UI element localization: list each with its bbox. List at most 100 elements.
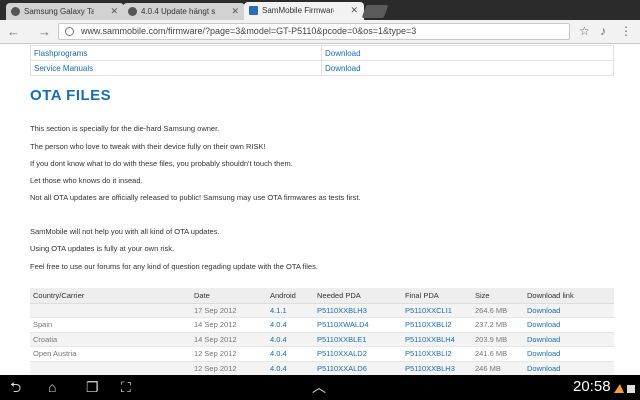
ota-paragraph: Using OTA updates is fully at your own r… (30, 244, 175, 253)
android-version-cell: 4.0.4 (267, 332, 314, 347)
page-content: Flashprograms Download Service Manuals D… (0, 45, 640, 375)
needed-pda-cell: P5110XXBLH3 (314, 303, 402, 318)
ota-paragraph: Let those who knows do it insead. (30, 176, 143, 185)
android-version-cell: 4.0.4 (267, 346, 314, 362)
size-cell: 241.6 MB (472, 346, 524, 362)
android-version-cell: 4.1.1 (267, 303, 314, 318)
globe-icon (65, 27, 74, 36)
tab-title: SamMobile Firmware Pag (262, 6, 334, 15)
download-link-cell: Download (524, 303, 614, 318)
final-pda-cell: P5110XXBLH3 (402, 361, 472, 375)
date-cell: 17 Sep 2012 (191, 303, 267, 318)
address-bar[interactable]: www.sammobile.com/firmware/?page=3&model… (58, 23, 570, 40)
ota-paragraph: Feel free to use our forums for any kind… (30, 262, 318, 271)
screenshot-icon[interactable]: ⛶ (121, 379, 131, 395)
country-cell: Open Austria (30, 346, 191, 362)
tab-galaxy-tab[interactable]: Samsung Galaxy Tab 2 10. ✕ (6, 3, 124, 20)
download-link-cell: Download (524, 361, 614, 375)
country-cell: Spain (30, 317, 191, 333)
size-cell: 246 MB (472, 361, 524, 375)
links-action-cell: Download (321, 45, 614, 61)
home-button-icon[interactable]: ⌂ (48, 379, 56, 395)
country-cell (30, 361, 191, 375)
date-cell: 14 Sep 2012 (191, 317, 267, 333)
flashprograms-link[interactable]: Flashprograms (34, 49, 87, 58)
needed-pda-cell: P5110XXALD2 (314, 346, 402, 362)
ota-paragraph: SamMobile will not help you with all kin… (30, 227, 220, 236)
android-favicon-icon (128, 7, 137, 16)
download-link-cell: Download (524, 317, 614, 333)
ota-firmware-table: Country/Carrier Date Android Needed PDA … (30, 288, 614, 375)
menu-icon[interactable]: ⋮ (620, 23, 632, 40)
flashprograms-download-link[interactable]: Download (325, 49, 361, 58)
final-pda-cell: P5110XXCLI1 (402, 303, 472, 318)
table-row: 12 Sep 2012 4.0.4 P5110XXALD6 P5110XXBLH… (30, 361, 614, 375)
column-header: Android (267, 288, 314, 304)
status-clock: 20:58 (573, 378, 611, 395)
final-pda-cell: P5110XXBLI2 (402, 346, 472, 362)
ota-files-heading: OTA FILES (30, 87, 112, 104)
back-arrow-icon[interactable]: ← (7, 23, 20, 40)
bookmark-star-icon[interactable]: ☆ (579, 23, 590, 40)
download-link[interactable]: Download (527, 320, 560, 329)
table-header-row: Country/Carrier Date Android Needed PDA … (30, 288, 614, 304)
android-system-bar: ⮌ ⌂ ❐ ⛶ ︿ 20:58 (0, 375, 640, 400)
column-header: Country/Carrier (30, 288, 191, 304)
android-favicon-icon (11, 7, 20, 16)
service-manuals-link[interactable]: Service Manuals (34, 64, 93, 73)
table-row: Flashprograms Download (30, 45, 614, 61)
service-manuals-download-link[interactable]: Download (325, 64, 361, 73)
size-cell: 237.2 MB (472, 317, 524, 333)
new-tab-button[interactable] (361, 5, 389, 18)
android-version-cell: 4.0.4 (267, 361, 314, 375)
browser-tab-strip: Samsung Galaxy Tab 2 10. ✕ 4.0.4 Update … (0, 0, 640, 20)
size-cell: 264.6 MB (472, 303, 524, 318)
column-header: Needed PDA (314, 288, 402, 304)
country-cell: Croatia (30, 332, 191, 347)
table-row: Service Manuals Download (30, 60, 614, 76)
column-header: Date (191, 288, 267, 304)
links-name-cell: Flashprograms (30, 45, 322, 61)
table-row: 17 Sep 2012 4.1.1 P5110XXBLH3 P5110XXCLI… (30, 303, 614, 318)
links-name-cell: Service Manuals (30, 60, 322, 76)
download-link[interactable]: Download (527, 349, 560, 358)
recent-apps-icon[interactable]: ❐ (86, 379, 99, 395)
download-link[interactable]: Download (527, 306, 560, 315)
tab-title: 4.0.4 Update hängt sich au (141, 7, 215, 16)
table-row: Open Austria 12 Sep 2012 4.0.4 P5110XXAL… (30, 346, 614, 362)
chevron-up-icon[interactable]: ︿ (312, 379, 326, 395)
back-button-icon[interactable]: ⮌ (10, 379, 21, 395)
close-tab-icon[interactable]: ✕ (110, 3, 118, 20)
size-cell: 203.9 MB (472, 332, 524, 347)
download-link-cell: Download (524, 332, 614, 347)
status-icons[interactable] (612, 381, 636, 393)
column-header: Size (472, 288, 524, 304)
microphone-icon[interactable]: ♪ (600, 23, 606, 40)
ota-paragraph: This section is specially for the die-ha… (30, 124, 220, 133)
date-cell: 14 Sep 2012 (191, 332, 267, 347)
battery-icon (614, 384, 635, 393)
download-link-cell: Download (524, 346, 614, 362)
final-pda-cell: P5110XXBLI2 (402, 317, 472, 333)
tab-sammobile[interactable]: SamMobile Firmware Pag ✕ (244, 2, 364, 20)
close-tab-icon[interactable]: ✕ (231, 3, 239, 20)
sammobile-favicon-icon (249, 6, 258, 15)
tab-update-hangt[interactable]: 4.0.4 Update hängt sich au ✕ (123, 3, 245, 20)
android-version-cell: 4.0.4 (267, 317, 314, 333)
tab-title: Samsung Galaxy Tab 2 10. (24, 7, 94, 16)
needed-pda-cell: P5110XXBLE1 (314, 332, 402, 347)
column-header: Download link (524, 288, 614, 304)
download-link[interactable]: Download (527, 335, 560, 344)
ota-paragraph: Not all OTA updates are officially relea… (30, 193, 361, 202)
ota-paragraph: The person who love to tweak with their … (30, 142, 266, 151)
close-tab-icon[interactable]: ✕ (350, 2, 358, 19)
links-action-cell: Download (321, 60, 614, 76)
column-header: Final PDA (402, 288, 472, 304)
download-link[interactable]: Download (527, 364, 560, 373)
table-row: Spain 14 Sep 2012 4.0.4 P5110XWALD4 P511… (30, 317, 614, 333)
needed-pda-cell: P5110XWALD4 (314, 317, 402, 333)
final-pda-cell: P5110XXBLH4 (402, 332, 472, 347)
browser-toolbar: ← → www.sammobile.com/firmware/?page=3&m… (0, 20, 640, 44)
url-text: www.sammobile.com/firmware/?page=3&model… (81, 26, 417, 36)
forward-arrow-icon[interactable]: → (38, 23, 51, 40)
